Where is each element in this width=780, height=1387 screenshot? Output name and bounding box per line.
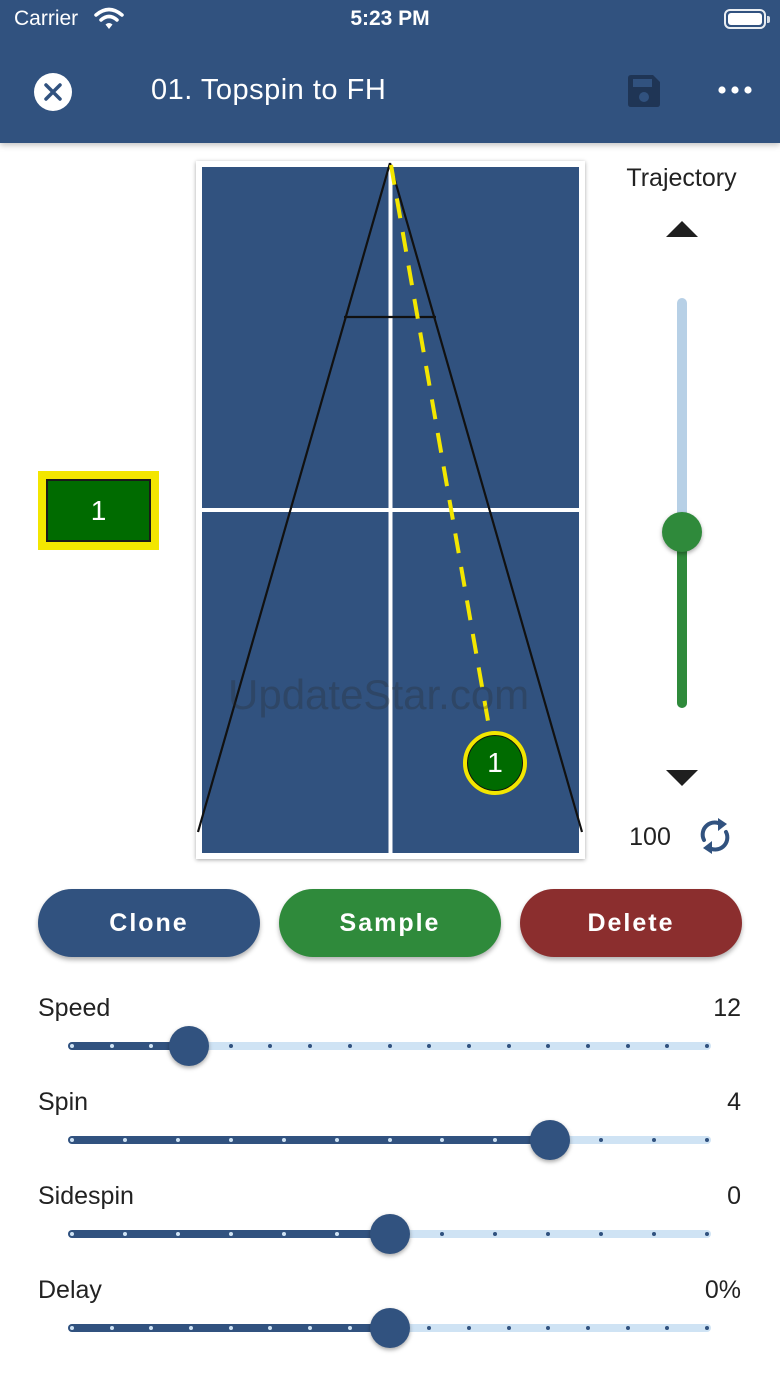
spin-value: 4 — [727, 1088, 741, 1116]
slider-tick — [665, 1326, 670, 1330]
watermark: UpdateStar.com — [228, 671, 530, 718]
slider-tick — [440, 1232, 445, 1236]
slider-tick — [546, 1326, 551, 1330]
slider-tick — [387, 1138, 392, 1142]
slider-tick — [387, 1044, 392, 1048]
triangle-up-icon[interactable] — [666, 221, 698, 237]
floppy-disk-icon — [628, 75, 660, 107]
app-root: Carrier 5:23 PM 01. Topspin to FH 1 Upda… — [0, 0, 780, 1387]
slider-tick — [70, 1232, 74, 1236]
speed-slider[interactable] — [68, 1026, 711, 1066]
refresh-button[interactable] — [696, 816, 734, 856]
slider-tick — [585, 1044, 590, 1048]
slider-thumb[interactable] — [168, 1026, 209, 1066]
slider-tick — [705, 1138, 709, 1142]
delay-value: 0% — [704, 1276, 741, 1304]
slider-tick — [308, 1044, 313, 1048]
slider-tick — [599, 1138, 604, 1142]
slider-tick — [546, 1232, 551, 1236]
trajectory-value: 100 — [629, 823, 671, 851]
clone-button[interactable]: Clone — [38, 889, 260, 957]
sidespin-value: 0 — [727, 1182, 741, 1210]
spin-slider-row: Spin 4 — [0, 1088, 780, 1182]
slider-thumb[interactable] — [530, 1120, 571, 1160]
slider-tick — [705, 1044, 709, 1048]
slider-tick — [228, 1232, 233, 1236]
close-button[interactable] — [34, 73, 72, 111]
spin-label: Spin — [38, 1088, 89, 1116]
slider-tick — [585, 1326, 590, 1330]
slider-tick — [466, 1326, 471, 1330]
battery-icon — [724, 9, 770, 29]
trajectory-slider-fill — [677, 531, 687, 708]
slider-tick — [506, 1044, 511, 1048]
status-time: 5:23 PM — [350, 7, 430, 30]
slider-tick — [70, 1044, 74, 1048]
speed-label: Speed — [38, 994, 111, 1022]
slider-tick — [427, 1044, 432, 1048]
slider-tick — [109, 1326, 114, 1330]
table-diagram — [196, 162, 584, 853]
placement-marker[interactable]: 1 — [463, 731, 527, 795]
slider-tick — [281, 1138, 286, 1142]
ball-sequence-item-1[interactable]: 1 — [38, 471, 159, 550]
slider-tick — [122, 1232, 127, 1236]
slider-tick — [70, 1326, 74, 1330]
close-icon — [44, 83, 62, 101]
slider-tick — [281, 1232, 286, 1236]
speed-slider-row: Speed 12 — [0, 994, 780, 1088]
triangle-down-icon[interactable] — [666, 770, 698, 786]
slider-tick — [334, 1138, 339, 1142]
slider-tick — [466, 1044, 471, 1048]
slider-thumb[interactable] — [369, 1214, 410, 1254]
slider-tick — [228, 1138, 233, 1142]
slider-tick — [109, 1044, 114, 1048]
slider-tick — [599, 1232, 604, 1236]
page-title: 01. Topspin to FH — [151, 74, 387, 106]
slider-tick — [334, 1232, 339, 1236]
sample-button[interactable]: Sample — [279, 889, 501, 957]
slider-tick — [652, 1232, 657, 1236]
slider-tick — [347, 1326, 352, 1330]
more-button[interactable] — [716, 80, 754, 100]
more-horizontal-icon — [718, 86, 752, 94]
slider-fill — [68, 1136, 551, 1144]
slider-tick — [625, 1326, 630, 1330]
slider-tick — [70, 1138, 74, 1142]
table-court[interactable] — [196, 161, 585, 859]
slider-tick — [268, 1044, 273, 1048]
delete-button[interactable]: Delete — [520, 889, 742, 957]
slider-tick — [228, 1044, 233, 1048]
slider-tick — [427, 1326, 432, 1330]
slider-tick — [665, 1044, 670, 1048]
slider-tick — [493, 1232, 498, 1236]
sidespin-label: Sidespin — [38, 1182, 134, 1210]
save-button[interactable] — [626, 73, 662, 109]
slider-thumb[interactable] — [369, 1308, 410, 1348]
slider-tick — [228, 1326, 233, 1330]
delay-slider-row: Delay 0% — [0, 1276, 780, 1370]
slider-tick — [652, 1138, 657, 1142]
speed-value: 12 — [713, 994, 741, 1022]
sidespin-slider[interactable] — [68, 1214, 711, 1254]
slider-tick — [175, 1232, 180, 1236]
delay-label: Delay — [38, 1276, 102, 1304]
sidespin-slider-row: Sidespin 0 — [0, 1182, 780, 1276]
ball-sequence-label: 1 — [46, 479, 151, 542]
delay-slider[interactable] — [68, 1308, 711, 1348]
trajectory-label: Trajectory — [626, 164, 737, 192]
slider-tick — [175, 1138, 180, 1142]
spin-slider[interactable] — [68, 1120, 711, 1160]
top-app-bar: Carrier 5:23 PM 01. Topspin to FH — [0, 0, 780, 143]
slider-tick — [347, 1044, 352, 1048]
slider-tick — [506, 1326, 511, 1330]
slider-tick — [122, 1138, 127, 1142]
slider-tick — [546, 1044, 551, 1048]
trajectory-slider-thumb[interactable] — [662, 511, 702, 552]
slider-tick — [625, 1044, 630, 1048]
slider-tick — [705, 1232, 709, 1236]
slider-tick — [705, 1326, 709, 1330]
trajectory-slider-track[interactable] — [677, 298, 687, 708]
